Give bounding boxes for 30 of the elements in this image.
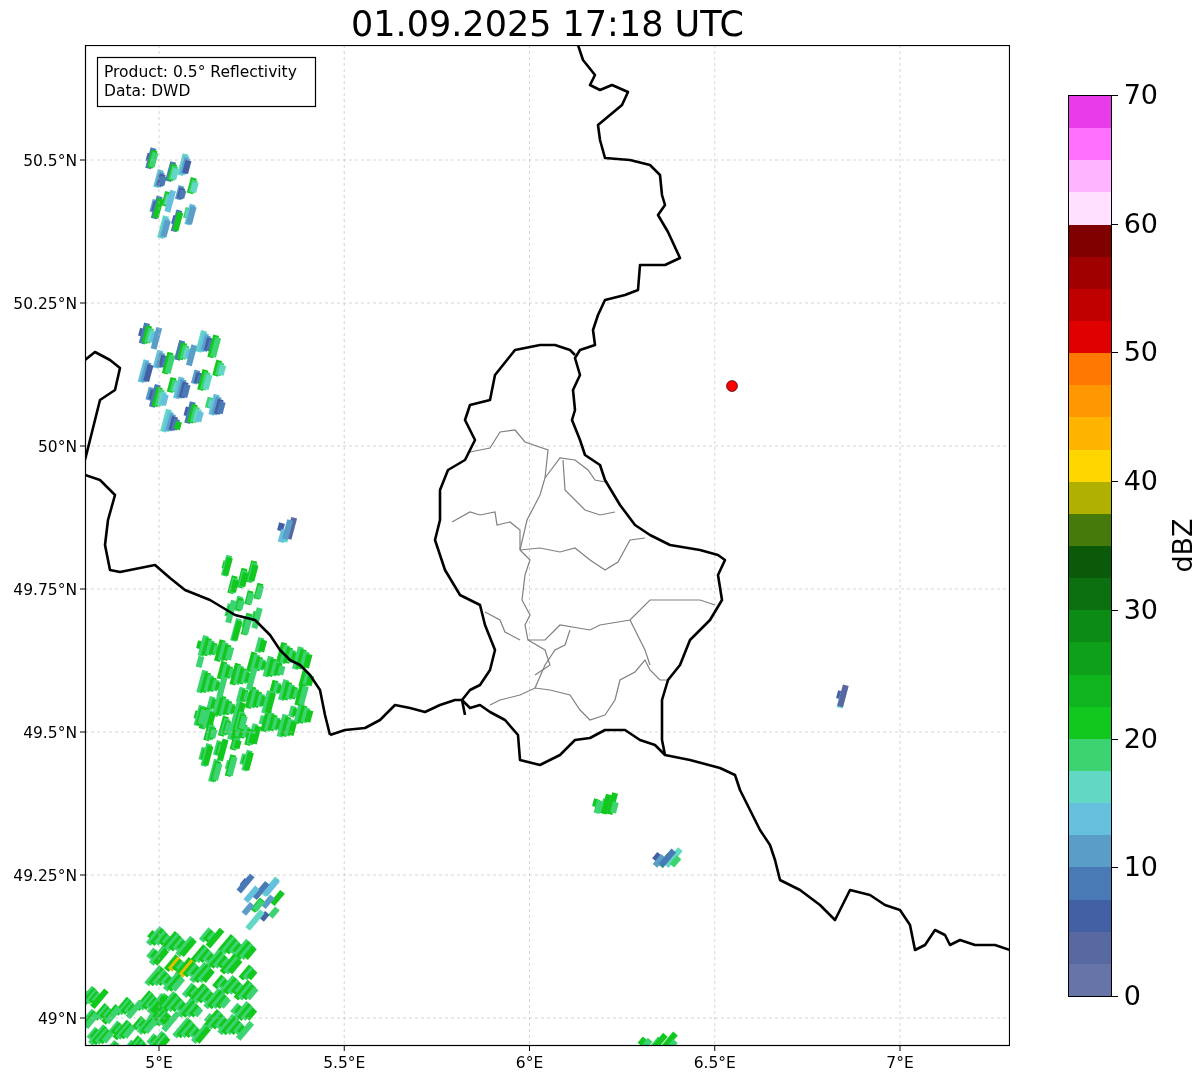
axis-tick-label: 50°N xyxy=(37,438,77,456)
location-marker xyxy=(726,380,738,392)
radar-echo xyxy=(592,792,619,815)
axis-tick-label: 5.5°E xyxy=(323,1054,366,1072)
axis-tick-label: 50.5°N xyxy=(23,152,77,170)
axis-tick-label: 49.5°N xyxy=(23,724,77,742)
colorbar-tick-label: 50 xyxy=(1123,335,1158,370)
colorbar-tick-label: 10 xyxy=(1123,850,1158,885)
colorbar-tick-label: 70 xyxy=(1123,78,1158,112)
legend-text: Data: DWD xyxy=(104,82,191,100)
axis-tick-label: 49.75°N xyxy=(13,581,77,599)
colorbar-tick-label: 60 xyxy=(1123,206,1158,241)
axis-tick-label: 5°E xyxy=(145,1054,173,1072)
axis-tick-label: 7°E xyxy=(886,1054,914,1072)
radar-echo xyxy=(652,847,683,868)
axis-tick-label: 50.25°N xyxy=(13,295,77,313)
chart-title: 01.09.2025 17:18 UTC xyxy=(351,3,744,45)
radar-echo xyxy=(836,684,849,709)
colorbar-tick-label: 30 xyxy=(1123,592,1158,627)
radar-echo xyxy=(637,1031,678,1046)
axis-tick-label: 6.5°E xyxy=(693,1054,736,1072)
axis-tick-label: 6°E xyxy=(515,1054,544,1072)
colorbar-tick-label: 0 xyxy=(1123,978,1142,1013)
radar-echo xyxy=(277,516,298,544)
axis-tick-label: 49°N xyxy=(37,1010,77,1028)
colorbar-tick-label: 40 xyxy=(1123,464,1158,499)
legend-text: Product: 0.5° Reflectivity xyxy=(104,63,297,81)
colorbar-tick-label: 20 xyxy=(1123,721,1158,756)
colorbar-label: dBZ xyxy=(1166,518,1198,573)
axis-tick-label: 49.25°N xyxy=(13,867,77,885)
